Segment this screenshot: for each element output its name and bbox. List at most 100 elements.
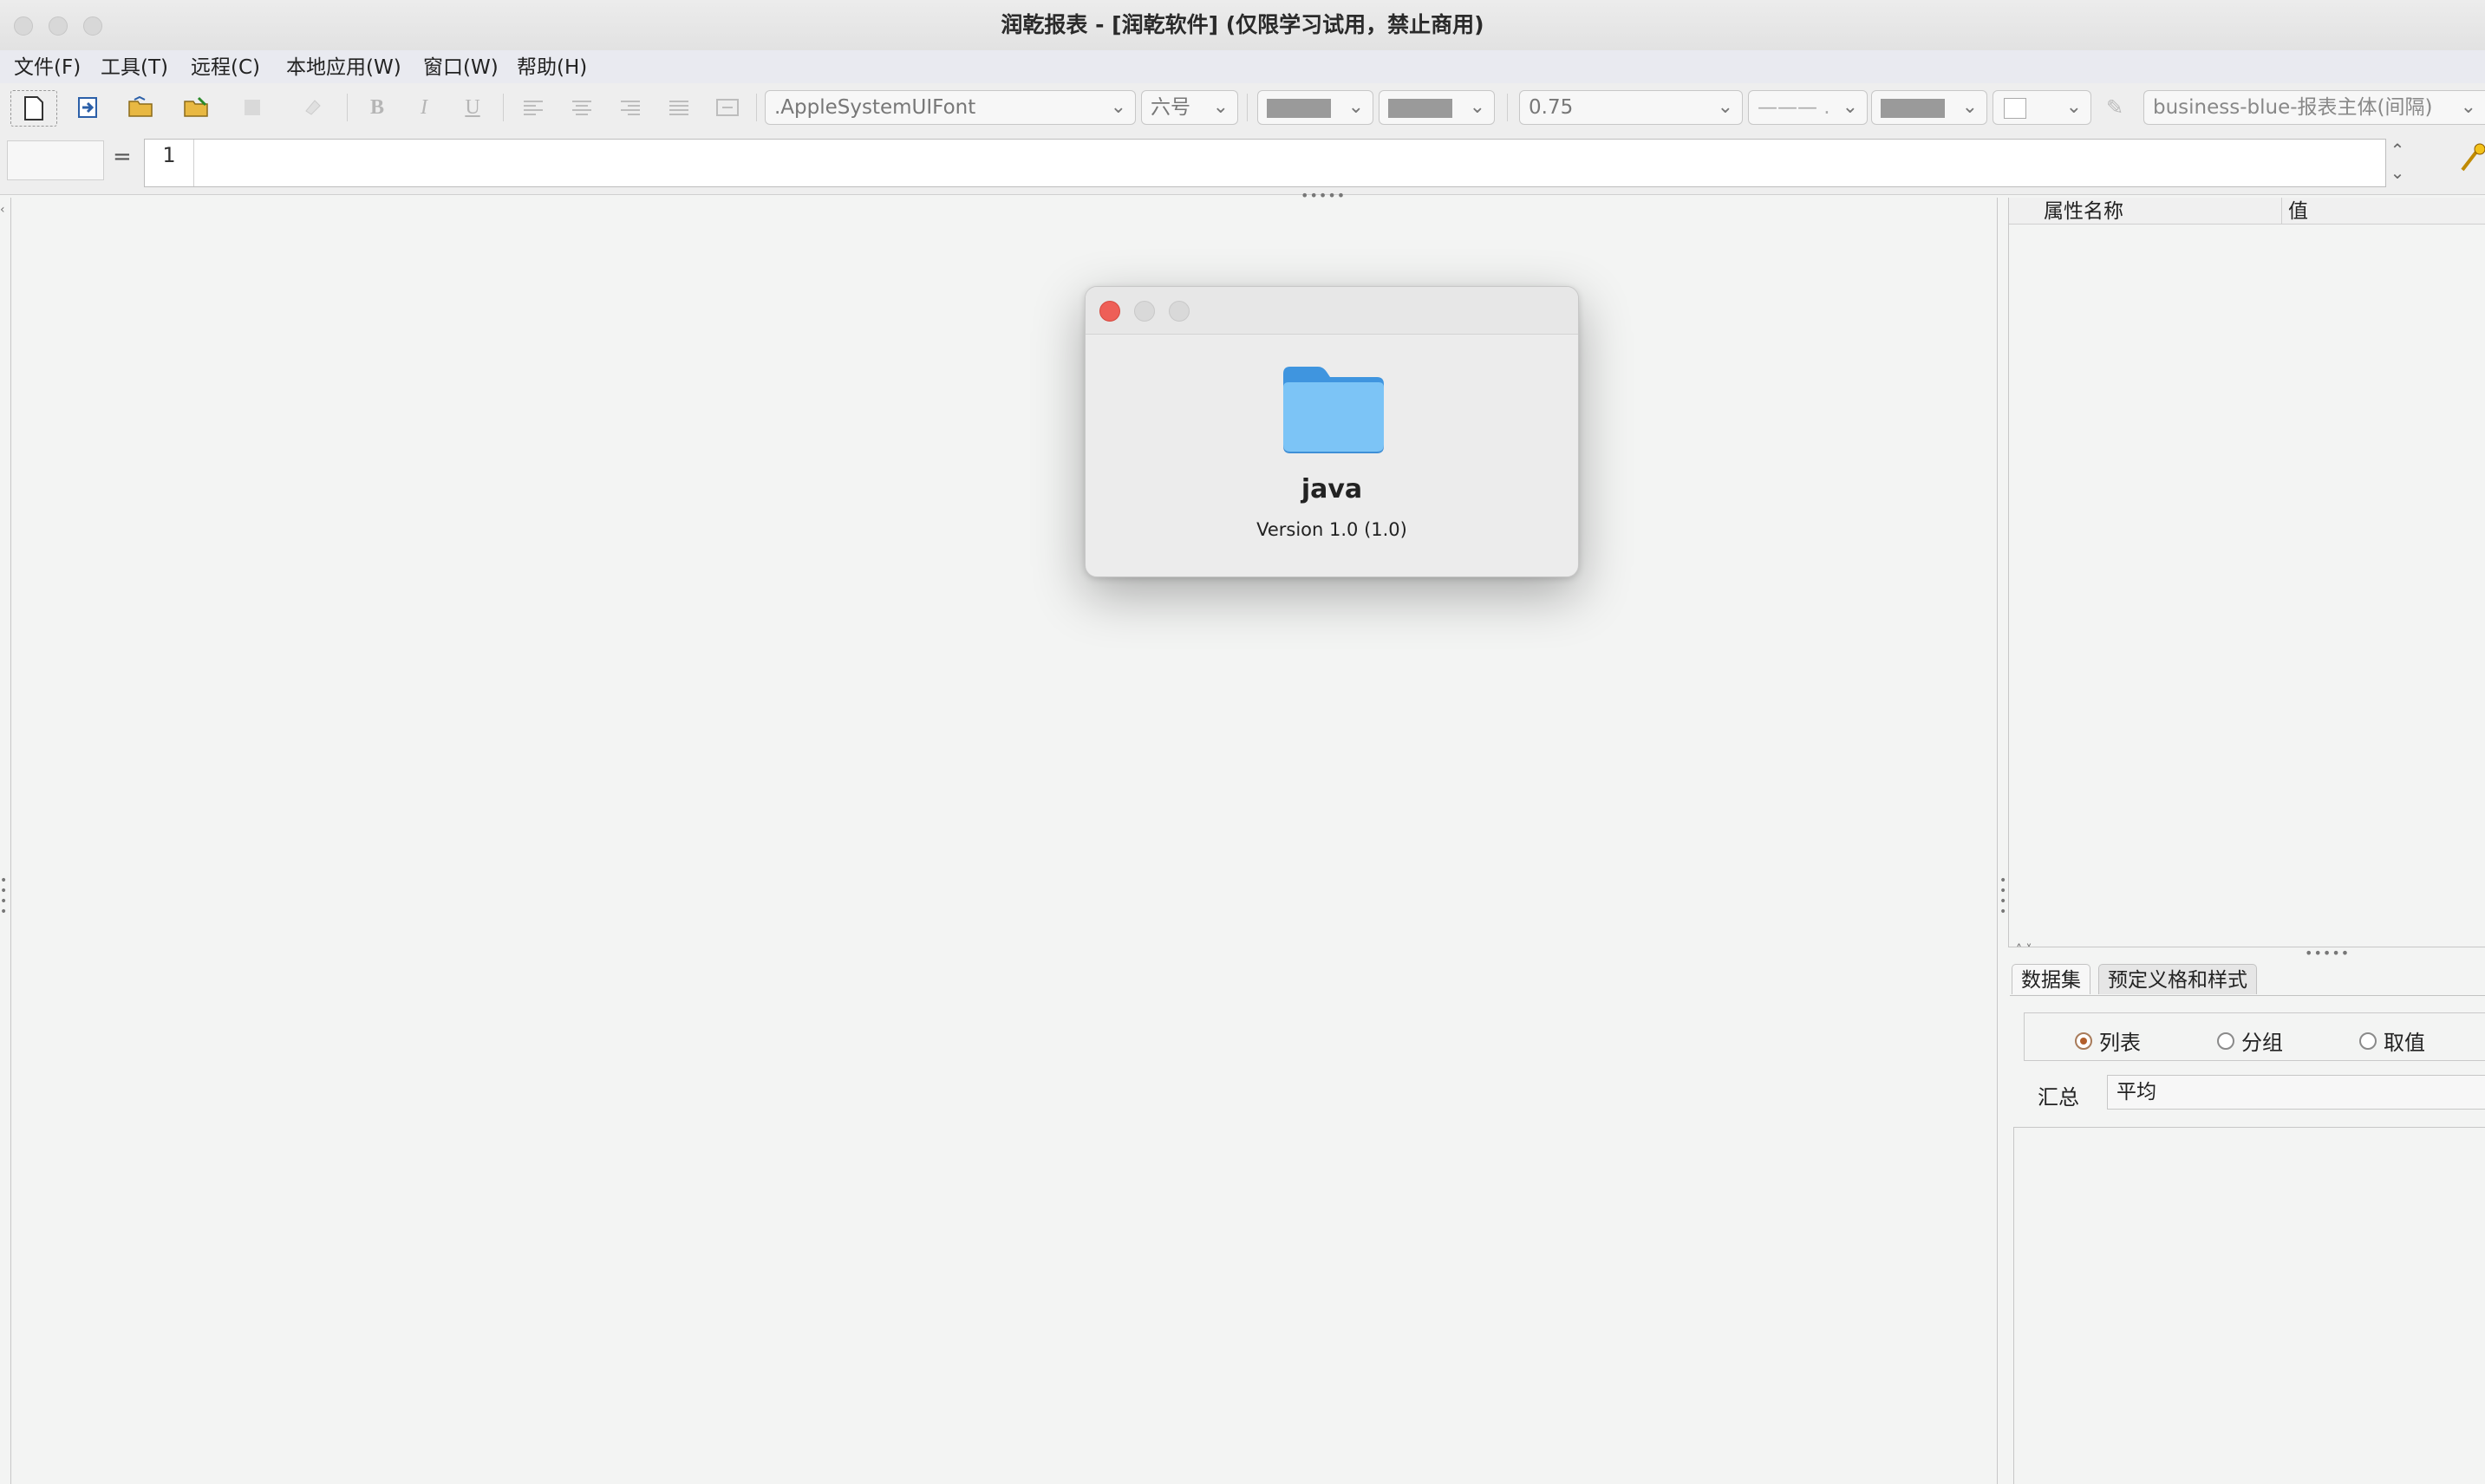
fore-color-select[interactable]: ⌄ — [1257, 90, 1373, 125]
chevron-down-icon: ⌄ — [1961, 96, 1978, 118]
report-design-canvas[interactable] — [10, 198, 1998, 1484]
property-name-column[interactable]: 属性名称 — [2044, 198, 2123, 225]
chevron-down-icon: ⌄ — [2460, 96, 2476, 118]
menu-help[interactable]: 帮助(H) — [517, 50, 587, 83]
formula-scroll-arrows[interactable]: ⌃ ⌄ — [2386, 139, 2409, 187]
dialog-close-button[interactable] — [1099, 301, 1120, 322]
align-left-icon — [524, 101, 543, 115]
merge-cells-icon — [716, 99, 739, 116]
chevron-down-icon: ⌄ — [1717, 96, 1733, 118]
chevron-down-icon[interactable]: ⌄ — [2386, 161, 2409, 184]
app-name: java — [1301, 474, 1363, 504]
left-splitter-handle[interactable]: • • • • — [0, 875, 9, 918]
font-family-value: .AppleSystemUIFont — [774, 96, 976, 119]
font-size-value: 六号 — [1151, 96, 1190, 119]
dialog-minimize-button[interactable] — [1134, 301, 1155, 322]
import-button[interactable] — [69, 90, 106, 125]
align-right-icon — [621, 101, 640, 115]
underline-button[interactable]: U — [454, 90, 491, 125]
chevron-up-icon[interactable]: ⌃ — [2386, 139, 2409, 161]
merge-cells-button[interactable] — [709, 90, 746, 125]
border-type-select[interactable]: ⌄ — [1993, 90, 2091, 125]
color-swatch — [1267, 99, 1331, 118]
format-painter-button[interactable] — [295, 90, 331, 125]
toolbar: B I U .AppleSystemUIFont ⌄ 六号 ⌄ ⌄ ⌄ 0.75… — [0, 83, 2485, 133]
align-right-button[interactable] — [612, 90, 649, 125]
open-remote-button[interactable] — [179, 90, 215, 125]
right-splitter-handle[interactable]: • • • • — [1999, 875, 2008, 918]
tab-dataset[interactable]: 数据集 — [2012, 964, 2090, 994]
menu-bar: 文件(F) 工具(T) 远程(C) 本地应用(W) 窗口(W) 帮助(H) — [0, 50, 2485, 84]
dataset-field-list[interactable] — [2013, 1127, 2485, 1484]
radio-group-option[interactable]: 分组 — [2217, 1025, 2283, 1056]
dataset-mode-group: 列表 分组 取值 — [2024, 1012, 2485, 1061]
menu-local-apps[interactable]: 本地应用(W) — [286, 50, 401, 83]
justify-button[interactable] — [661, 90, 697, 125]
menu-file[interactable]: 文件(F) — [14, 50, 81, 83]
align-left-button[interactable] — [515, 90, 551, 125]
chevron-down-icon: ⌄ — [2065, 96, 2082, 118]
radio-value-label: 取值 — [2384, 1031, 2425, 1055]
justify-icon — [669, 101, 688, 115]
bold-button[interactable]: B — [359, 90, 395, 125]
property-value-column[interactable]: 值 — [2288, 198, 2308, 225]
menu-window[interactable]: 窗口(W) — [423, 50, 499, 83]
color-swatch — [1881, 99, 1945, 118]
radio-selected-indicator — [2075, 1032, 2092, 1050]
line-style-select[interactable]: ——— . ⌄ — [1748, 90, 1868, 125]
border-icon — [2004, 98, 2026, 119]
chevron-down-icon: ⌄ — [1212, 96, 1229, 118]
font-family-select[interactable]: .AppleSystemUIFont ⌄ — [765, 90, 1136, 125]
folder-icon — [1283, 367, 1384, 453]
left-collapse-arrow[interactable]: ‹ — [0, 203, 5, 217]
cell-reference-field[interactable] — [7, 140, 104, 180]
formula-input[interactable]: 1 — [144, 139, 2386, 187]
style-preset-value: business-blue-报表主体(间隔) — [2153, 96, 2433, 119]
radio-indicator — [2359, 1032, 2377, 1050]
radio-value-option[interactable]: 取值 — [2359, 1025, 2425, 1056]
open-folder-icon — [128, 96, 153, 117]
align-center-icon — [572, 101, 591, 115]
dialog-titlebar — [1086, 287, 1578, 335]
dialog-zoom-button[interactable] — [1169, 301, 1190, 322]
radio-group-label: 分组 — [2241, 1031, 2283, 1055]
wizard-icon — [2461, 143, 2485, 172]
chevron-down-icon: ⌄ — [1347, 96, 1364, 118]
save-button[interactable] — [234, 90, 271, 125]
equals-sign: = — [113, 144, 132, 170]
new-file-button[interactable] — [10, 90, 57, 127]
menu-tools[interactable]: 工具(T) — [101, 50, 168, 83]
window-titlebar: 润乾报表 - [润乾软件] (仅限学习试用，禁止商用) — [0, 0, 2485, 51]
summary-label: 汇总 — [2038, 1085, 2079, 1110]
align-center-button[interactable] — [564, 90, 600, 125]
chevron-down-icon: ⌄ — [1110, 96, 1126, 118]
properties-panel: 属性名称 值 ˄ ˅ — [2008, 198, 2485, 957]
formula-line-number: 1 — [145, 140, 194, 186]
app-version: Version 1.0 (1.0) — [1256, 519, 1407, 540]
font-size-select[interactable]: 六号 ⌄ — [1141, 90, 1238, 125]
splitter-handle[interactable]: ••••• — [2305, 945, 2350, 961]
open-button[interactable] — [123, 90, 160, 125]
open-remote-folder-icon — [184, 96, 208, 117]
italic-button[interactable]: I — [406, 90, 442, 125]
properties-header: 属性名称 值 — [2009, 198, 2485, 225]
tab-predefined-styles[interactable]: 预定义格和样式 — [2098, 964, 2257, 994]
brush-button[interactable]: ✎ — [2097, 90, 2133, 125]
save-icon — [245, 100, 260, 115]
border-color-select[interactable]: ⌄ — [1871, 90, 1987, 125]
eraser-icon — [305, 100, 321, 115]
line-width-select[interactable]: 0.75 ⌄ — [1519, 90, 1743, 125]
wizard-button[interactable] — [2459, 140, 2485, 175]
radio-list[interactable]: 列表 — [2075, 1025, 2141, 1056]
formula-bar: = 1 ⌃ ⌄ — [0, 132, 2485, 195]
line-style-value: ——— . — [1758, 96, 1830, 119]
radio-list-label: 列表 — [2099, 1031, 2141, 1055]
new-file-icon — [24, 96, 43, 120]
expand-collapse-arrows[interactable]: ˄ ˅ — [2016, 943, 2032, 957]
menu-remote[interactable]: 远程(C) — [191, 50, 260, 83]
summary-select[interactable]: 平均 — [2107, 1075, 2485, 1110]
brush-icon: ✎ — [2105, 95, 2124, 120]
back-color-select[interactable]: ⌄ — [1379, 90, 1495, 125]
style-preset-select[interactable]: business-blue-报表主体(间隔) ⌄ — [2143, 90, 2485, 125]
window-title: 润乾报表 - [润乾软件] (仅限学习试用，禁止商用) — [1001, 12, 1484, 37]
